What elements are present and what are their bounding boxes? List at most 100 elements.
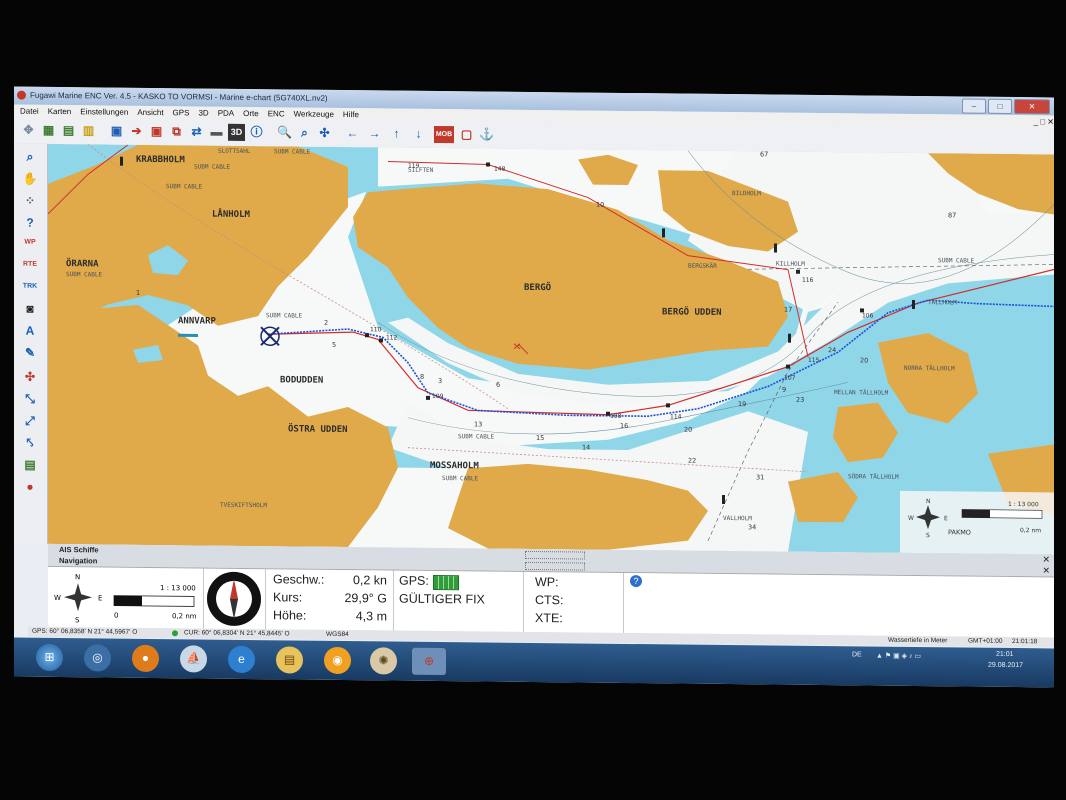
sailing-app-icon[interactable]: ⛵ — [180, 645, 207, 673]
camera-icon[interactable]: ◙ — [21, 300, 39, 318]
menu-3d[interactable]: 3D — [198, 106, 208, 119]
chart-list-icon[interactable]: ▤ — [60, 122, 77, 139]
arrow-right-icon[interactable]: → — [366, 125, 383, 142]
start-button-icon[interactable]: ⊞ — [36, 643, 63, 672]
man-overboard-button[interactable]: MOB — [434, 125, 454, 144]
file-explorer-icon[interactable]: ▤ — [276, 646, 303, 674]
anchor-icon[interactable]: ⚓ — [478, 126, 495, 143]
altitude-value: 4,3 m — [355, 609, 387, 624]
waypoint-marker[interactable] — [666, 403, 670, 408]
track-edit-icon[interactable]: ⤣ — [21, 434, 39, 452]
monitor-screen: Fugawi Marine ENC Ver. 4.5 - KASKO TO VO… — [14, 86, 1054, 688]
cable-label: SUBM CABLE — [66, 271, 103, 278]
waypoint-marker[interactable] — [365, 333, 369, 338]
grid-icon[interactable]: ⁘ — [21, 192, 39, 210]
keyboard-language[interactable]: DE — [852, 651, 862, 658]
waypoint-marker[interactable] — [486, 162, 490, 167]
menu-datei[interactable]: Datei — [20, 105, 39, 118]
nav-scale-min: 0 — [114, 612, 118, 620]
target-icon[interactable]: ✣ — [21, 368, 39, 386]
internet-explorer-icon[interactable]: e — [228, 645, 255, 674]
hand-icon[interactable]: ✋ — [21, 170, 39, 188]
info-icon[interactable]: ⓘ — [248, 124, 265, 141]
route-add-icon[interactable]: ⤢ — [21, 412, 39, 430]
navigation-panel-close-icon[interactable]: ✕ — [1042, 565, 1050, 576]
taskbar-app-icon[interactable]: ◎ — [84, 644, 111, 672]
depth-sounding: 14 — [582, 444, 590, 452]
chart-swap-icon[interactable]: ⇄ — [188, 123, 205, 140]
chart-layer-icon[interactable]: ▣ — [108, 123, 125, 140]
mark-icon[interactable]: ▢ — [458, 126, 475, 143]
text-tool[interactable]: A — [21, 322, 39, 340]
chart-open-icon[interactable]: ▦ — [40, 122, 57, 139]
close-button[interactable]: ✕ — [1014, 99, 1050, 115]
panel-grip[interactable] — [525, 561, 585, 571]
tray-icons[interactable]: ▲ ⚑ ▣ ◈ ♪ ▭ — [876, 652, 921, 660]
arrow-left-icon[interactable]: ← — [344, 125, 361, 142]
place-bergo: BERGÖ — [524, 282, 552, 293]
view-3d-button[interactable]: 3D — [228, 123, 245, 141]
nav-compass-w: W — [54, 594, 61, 602]
waypoint-marker[interactable] — [379, 338, 383, 343]
place-mossaholm: MOSSAHOLM — [430, 461, 479, 472]
waypoint-number: 107 — [784, 375, 796, 382]
chart-print-icon[interactable]: ▬ — [208, 124, 225, 141]
menu-werkzeuge[interactable]: Werkzeuge — [294, 107, 334, 120]
panel-grip[interactable] — [525, 550, 585, 560]
help-icon[interactable]: ? — [21, 214, 39, 232]
menu-ansicht[interactable]: Ansicht — [137, 106, 163, 119]
land-lanholm — [48, 144, 348, 326]
menu-pda[interactable]: PDA — [218, 107, 234, 120]
menu-enc[interactable]: ENC — [268, 107, 285, 120]
clock-time[interactable]: 21:01 — [996, 651, 1014, 658]
chart-window-icon[interactable]: ▣ — [148, 123, 165, 140]
zoom-out-icon[interactable]: ⌕ — [296, 125, 313, 142]
menu-gps[interactable]: GPS — [173, 106, 190, 119]
track-tool[interactable]: TRK — [21, 278, 39, 296]
waypoint-number: 108 — [610, 413, 622, 420]
vessel-position-icon[interactable] — [260, 326, 280, 347]
place-slottsahl: SLOTTSAHL — [218, 148, 251, 155]
ais-panel-close-icon[interactable]: ✕ — [1042, 554, 1050, 565]
chart-next-icon[interactable]: ➔ — [128, 123, 145, 140]
media-player-icon[interactable]: ◉ — [324, 646, 351, 675]
clock-date[interactable]: 29.08.2017 — [988, 662, 1023, 669]
speed-value: 0,2 kn — [352, 573, 387, 588]
chart-link-icon[interactable]: ⧉ — [168, 123, 185, 140]
inset-distance: 0,2 nm — [1020, 527, 1041, 534]
navigation-panel-title: Navigation — [59, 556, 98, 566]
waypoint-marker[interactable] — [426, 395, 430, 400]
pan-arrows-icon[interactable]: ✥ — [20, 122, 37, 139]
arrow-up-icon[interactable]: ↑ — [388, 125, 405, 142]
zoom-fit-icon[interactable]: ✣ — [316, 125, 333, 142]
menu-einstellungen[interactable]: Einstellungen — [80, 105, 128, 119]
magnifier-icon[interactable]: ⌕ — [21, 148, 39, 166]
chart-view[interactable]: KRABBHOLM LÅNHOLM ÖRARNA ANNVARP BODUDDE… — [48, 143, 1054, 555]
route-edit-icon[interactable]: ⤡ — [21, 390, 39, 408]
position-icon[interactable]: ● — [21, 478, 39, 496]
compass-app-icon[interactable]: ✺ — [370, 647, 397, 675]
help-icon[interactable]: ? — [630, 575, 642, 588]
layer-icon[interactable]: ▤ — [21, 456, 39, 474]
menu-orte[interactable]: Orte — [243, 107, 259, 120]
minimize-button[interactable]: – — [962, 98, 986, 114]
route-tool[interactable]: RTE — [21, 256, 39, 274]
fugawi-taskbar-icon[interactable]: ⊕ — [412, 647, 446, 676]
place-annvarp: ANNVARP — [178, 316, 217, 326]
maximize-button[interactable]: □ — [988, 98, 1012, 115]
chart-folder-icon[interactable]: ▥ — [80, 122, 97, 139]
waypoint-marker[interactable] — [796, 269, 800, 274]
menu-hilfe[interactable]: Hilfe — [343, 108, 359, 121]
waypoint-tool[interactable]: WP — [21, 234, 39, 252]
waypoint-marker[interactable] — [786, 364, 790, 369]
place-mellan-tallholm: MELLAN TÄLLHOLM — [834, 389, 889, 397]
place-bergskar: BERGSKÄR — [688, 263, 717, 270]
arrow-down-icon[interactable]: ↓ — [410, 126, 427, 143]
waypoint-number: 110 — [370, 326, 382, 333]
zoom-in-icon[interactable]: 🔍 — [276, 124, 293, 141]
timezone: GMT+01:00 — [968, 637, 1003, 645]
firefox-icon[interactable]: ● — [132, 644, 159, 673]
pen-icon[interactable]: ✎ — [21, 344, 39, 362]
mdi-window-controls[interactable]: _ □ ✕ — [1034, 115, 1054, 128]
menu-karten[interactable]: Karten — [48, 105, 72, 118]
